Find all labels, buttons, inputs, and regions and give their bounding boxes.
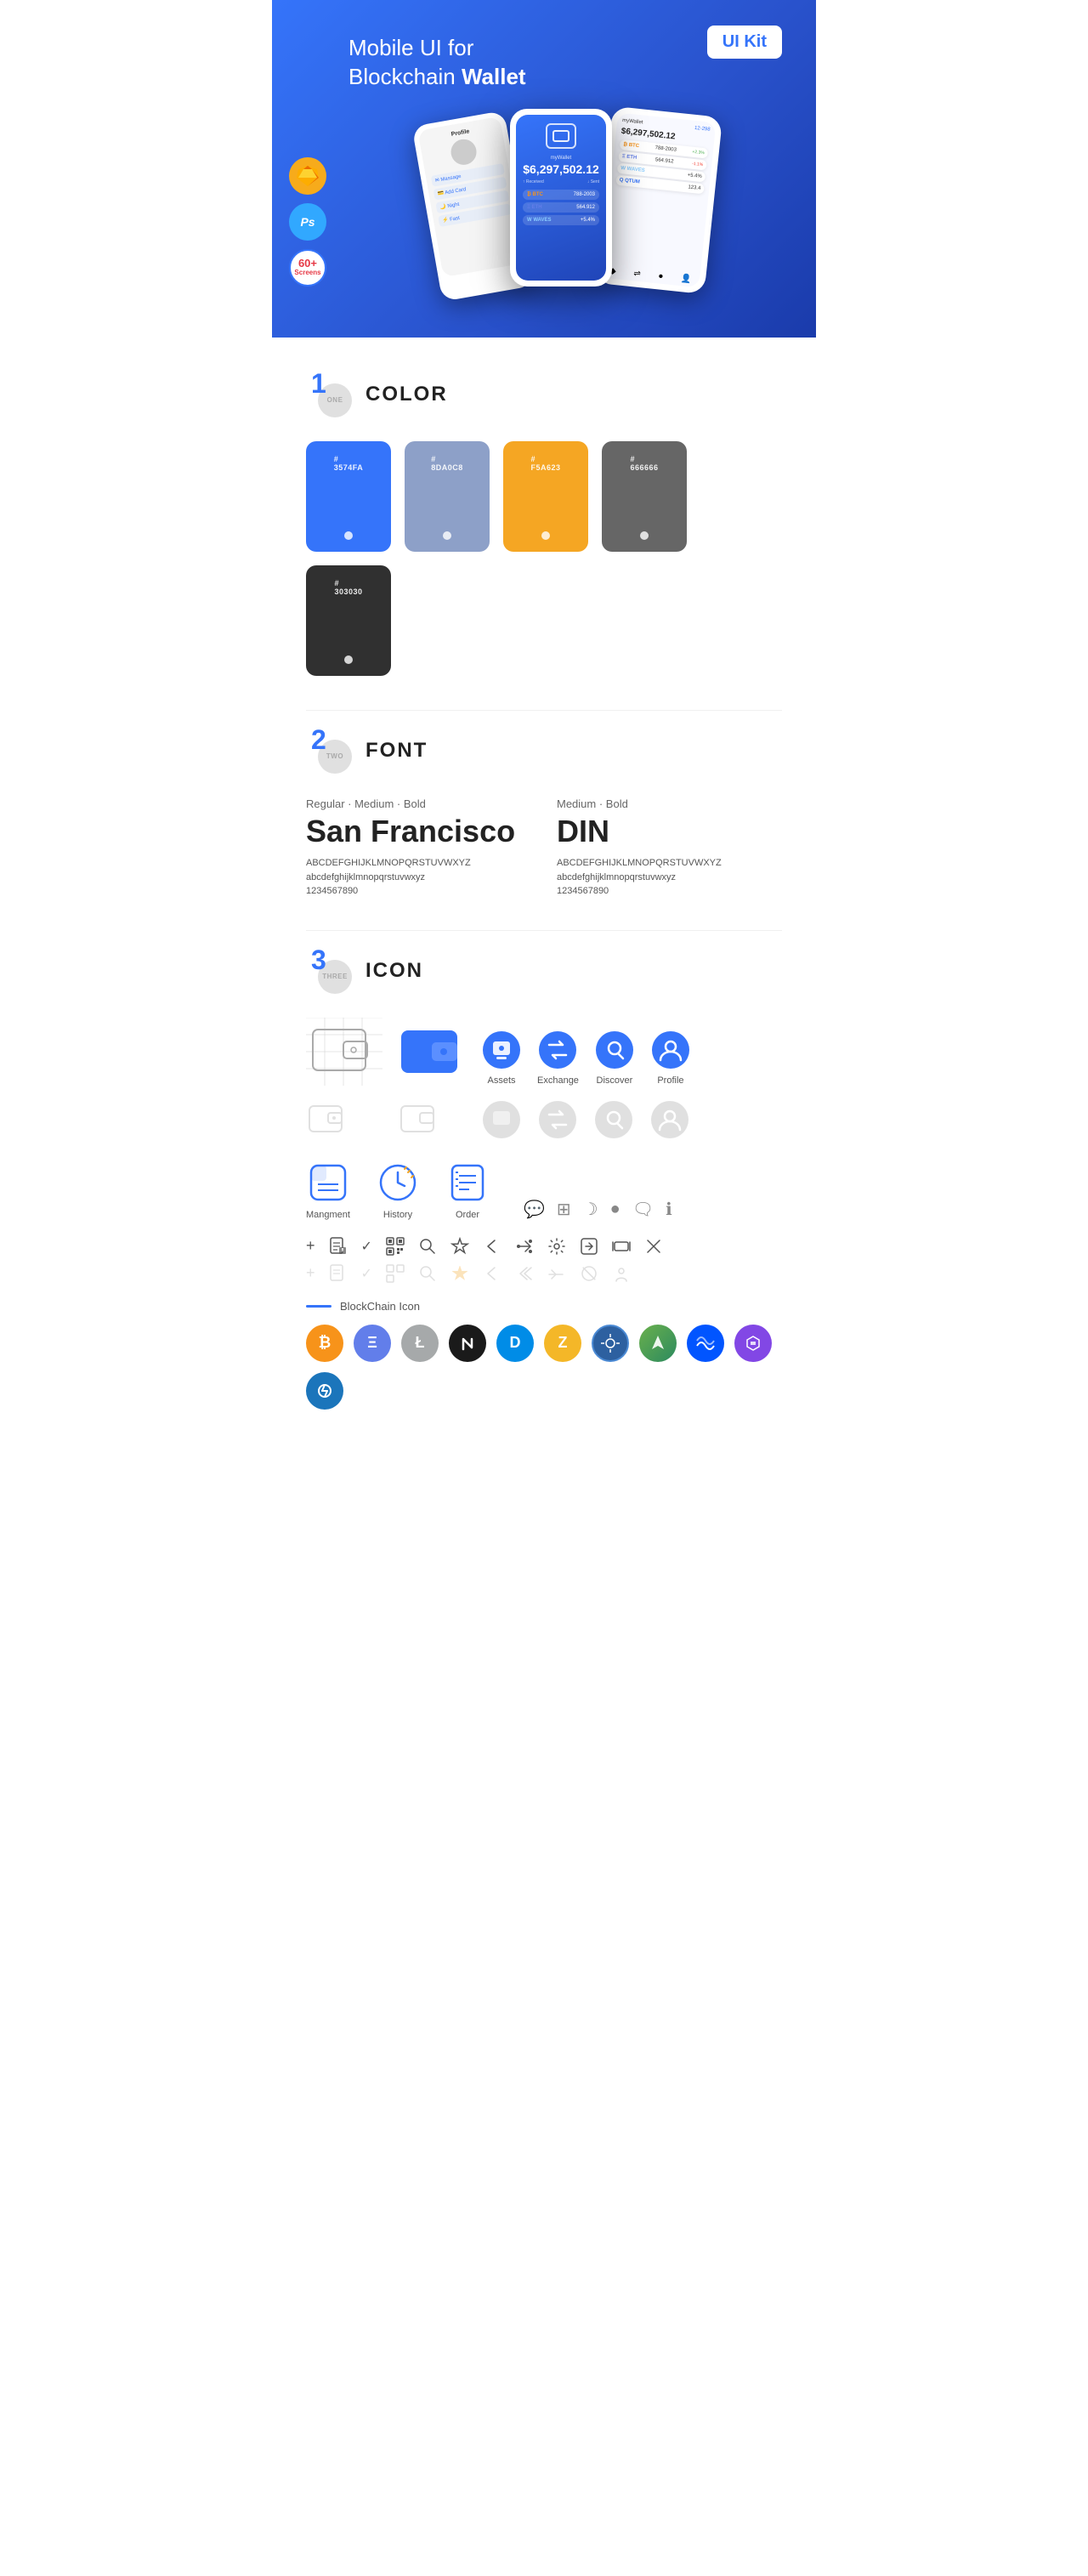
icon-history: History [376,1160,420,1220]
check-icon: ✓ [361,1238,372,1255]
font-din: Medium · Bold DIN ABCDEFGHIJKLMNOPQRSTUV… [557,797,782,896]
icon-order: Order [445,1160,490,1220]
misc-icons-row: 💬 ⊞ ☽ ● 🗨 ℹ [524,1199,672,1220]
icon-section-header: 3 THREE ICON [306,948,782,994]
divider-2 [306,930,782,931]
blockchain-section: BlockChain Icon ₿ Ξ Ł D Z [306,1300,782,1410]
sf-lower: abcdefghijklmnopqrstuvwxyz [306,871,531,886]
color-section-header: 1 ONE COLOR [306,372,782,417]
icon-title: ICON [366,959,423,983]
plus-icon: + [306,1237,315,1255]
icon-profile: Profile [650,1030,691,1086]
din-upper: ABCDEFGHIJKLMNOPQRSTUVWXYZ [557,856,782,871]
speech-icon: 💬 [524,1199,545,1220]
icon-assets: Assets [481,1030,522,1086]
hero-section: Ps 60+ Screens Mobile UI for Blockchain … [272,0,816,338]
color-orange: #F5A623 [503,441,588,552]
sf-numbers: 1234567890 [306,886,531,896]
main-icon-row: Assets Exchange Discover [306,1018,782,1086]
search-icon [418,1237,437,1256]
ethereum-icon: Ξ [354,1325,391,1362]
ui-kit-badge-area: UI Kit [552,34,790,59]
bitcoin-icon: ₿ [306,1325,343,1362]
chat-icon: 🗨 [632,1199,654,1220]
din-numbers: 1234567890 [557,886,782,896]
sf-upper: ABCDEFGHIJKLMNOPQRSTUVWXYZ [306,856,531,871]
blockchain-label-row: BlockChain Icon [306,1300,782,1313]
phone-mockup-2: myWallet $6,297,502.12 ↑ Received ↓ Sent… [510,109,612,287]
close-icon [644,1237,663,1256]
color-dark: #303030 [306,565,391,676]
font-grid: Regular · Medium · Bold San Francisco AB… [306,797,782,896]
zcash-icon: Z [544,1325,581,1362]
circle-icon: ● [610,1200,620,1219]
mgmt-icon-row: Mangment History [306,1160,782,1220]
qr-icon [386,1237,405,1256]
star-icon [450,1237,469,1256]
sf-name: San Francisco [306,814,531,849]
util-icons-row-1: + ✓ [306,1237,782,1256]
discover-label: Discover [597,1075,633,1086]
photoshop-badge: Ps [289,203,326,241]
blockchain-label: BlockChain Icon [340,1300,420,1313]
color-title: COLOR [366,383,448,406]
icon-section: 3 THREE ICON [306,948,782,1410]
chevron-left-icon [483,1237,502,1256]
color-section: 1 ONE COLOR #3574FA #8DA0C8 #F5A623 [306,372,782,676]
settings-icon [547,1237,566,1256]
screens-badge: 60+ Screens [289,249,326,287]
sf-weights: Regular · Medium · Bold [306,797,531,810]
ark-icon [639,1325,677,1362]
mgmt-label: Mangment [306,1210,350,1220]
ui-kit-badge: UI Kit [707,26,782,59]
icon-discover: Discover [594,1030,635,1086]
font-section: 2 TWO FONT Regular · Medium · Bold San F… [306,728,782,896]
blockchain-icons: ₿ Ξ Ł D Z [306,1325,782,1410]
moon-icon: ☽ [583,1199,598,1220]
sketch-badge [289,157,326,195]
order-label: Order [456,1210,479,1220]
exchange-label: Exchange [537,1075,579,1086]
din-name: DIN [557,814,782,849]
document-icon [329,1237,348,1256]
util-icons-row-faded: + ✓ [306,1264,782,1283]
upload-icon [580,1237,598,1256]
color-blue: #3574FA [306,441,391,552]
icon-management: Mangment [306,1160,350,1220]
info-icon: ℹ [666,1199,672,1220]
font-section-header: 2 TWO FONT [306,728,782,774]
divider-1 [306,710,782,711]
matic-icon [734,1325,772,1362]
phone-mockup-3: myWallet 12-298 $6,297,502.12 ₿ BTC 788-… [594,105,722,293]
section-number-3: 3 THREE [306,948,352,994]
din-weights: Medium · Bold [557,797,782,810]
qtum-icon [592,1325,629,1362]
neo-icon [449,1325,486,1362]
din-lower: abcdefghijklmnopqrstuvwxyz [557,871,782,886]
wallet-icon-outline [306,1018,382,1086]
stratis-icon [306,1372,343,1410]
main-content: 1 ONE COLOR #3574FA #8DA0C8 #F5A623 [272,338,816,1469]
hero-title: Mobile UI for Blockchain Wallet [348,34,536,92]
profile-label: Profile [657,1075,683,1086]
waves-icon [687,1325,724,1362]
section-number-1: 1 ONE [306,372,352,417]
share-icon [515,1237,534,1256]
resize-icon [612,1237,631,1256]
assets-label: Assets [487,1075,515,1086]
litecoin-icon: Ł [401,1325,439,1362]
history-label: History [383,1210,412,1220]
stack-icon: ⊞ [557,1199,571,1220]
icon-exchange: Exchange [537,1030,579,1086]
section-number-2: 2 TWO [306,728,352,774]
color-slate: #8DA0C8 [405,441,490,552]
dash-icon: D [496,1325,534,1362]
color-swatches: #3574FA #8DA0C8 #F5A623 #666666 #303030 [306,441,782,676]
main-icon-row-faded [306,1099,782,1140]
font-title: FONT [366,739,428,763]
color-gray: #666666 [602,441,687,552]
wallet-icon-filled [398,1022,466,1086]
font-san-francisco: Regular · Medium · Bold San Francisco AB… [306,797,531,896]
blockchain-line [306,1305,332,1308]
